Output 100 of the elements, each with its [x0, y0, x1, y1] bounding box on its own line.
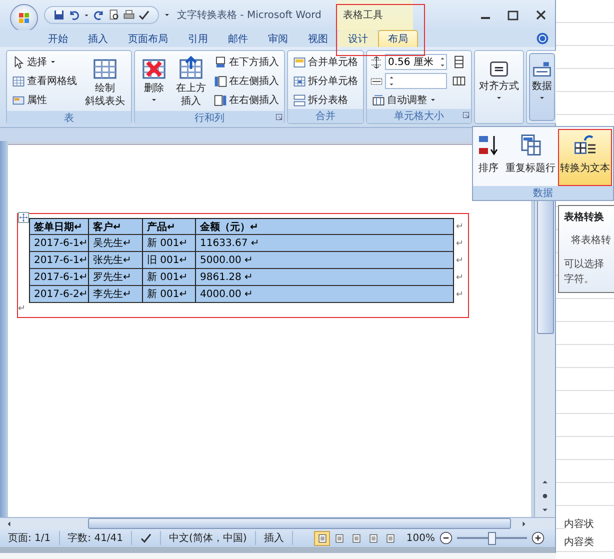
table-cell: 李先生↵	[89, 286, 143, 303]
ribbon-tab[interactable]: 布局	[378, 30, 418, 47]
horizontal-scrollbar[interactable]	[0, 517, 555, 529]
ribbon-tab[interactable]: 视图	[298, 30, 338, 47]
print-preview-button[interactable]	[108, 9, 120, 21]
insert-column-icon	[214, 94, 227, 106]
split-cells-icon	[293, 74, 306, 88]
caret-icon	[429, 96, 437, 104]
split-table-icon	[293, 94, 306, 106]
view-button[interactable]	[314, 530, 330, 546]
group-label: 合并	[316, 110, 336, 123]
spin-field[interactable]	[385, 73, 447, 89]
table-cell: 张先生↵	[89, 252, 143, 269]
help-icon	[536, 32, 549, 45]
menu-button[interactable]: 转换为文本	[558, 129, 612, 186]
ribbon-button[interactable]: 查看网格线	[10, 72, 79, 90]
dialog-launcher-button[interactable]	[462, 111, 470, 119]
ribbon-button[interactable]: 拆分单元格	[291, 72, 360, 90]
office-logo-icon	[16, 10, 32, 26]
table-cell: 旧 001↵	[143, 252, 196, 269]
ribbon-tab[interactable]: 审阅	[258, 30, 298, 47]
spin-field[interactable]: 0.56 厘米	[385, 54, 447, 70]
ribbon-button[interactable]: 数据	[529, 53, 555, 121]
customize-toolbar-button[interactable]	[163, 11, 171, 19]
check-icon	[138, 9, 150, 21]
ribbon-tab[interactable]: 插入	[78, 30, 118, 47]
undo-icon	[68, 9, 80, 21]
ribbon-button[interactable]: 对齐方式	[477, 53, 521, 121]
group-label: 行和列	[194, 112, 224, 125]
menu-button[interactable]: 排序	[474, 129, 503, 186]
ribbon-tab[interactable]: 开始	[38, 30, 78, 47]
help-button[interactable]	[536, 32, 549, 45]
zoom-slider-thumb[interactable]	[488, 532, 496, 544]
page-icon	[316, 532, 328, 544]
table-header-cell: 产品↵	[143, 218, 196, 235]
ribbon-button[interactable]: 在下方插入	[212, 53, 281, 71]
launcher-icon	[275, 113, 283, 121]
caret-icon	[49, 58, 57, 66]
menu-button[interactable]: 重复标题行	[504, 129, 558, 186]
save-button[interactable]	[53, 9, 65, 21]
window-title: 文字转换表格 - Microsoft Word	[177, 8, 322, 22]
zoom-in-button[interactable]	[531, 531, 545, 545]
table-cell: 2017-6-1↵	[29, 252, 89, 269]
ribbon-button[interactable]: 选择	[10, 53, 79, 71]
ribbon-button[interactable]: 拆分表格	[291, 91, 360, 109]
row-end-mark: ↵	[455, 222, 465, 232]
caret-icon	[538, 94, 546, 102]
ribbon-button[interactable]: 自动调整	[370, 91, 447, 109]
caret-icon	[83, 12, 90, 18]
page-icon	[334, 532, 345, 544]
row-end-mark: ↵	[455, 290, 465, 300]
side-panel-label: 内容状	[564, 517, 614, 531]
ribbon-button[interactable]: 合并单元格	[291, 53, 360, 71]
print-button[interactable]	[123, 9, 135, 21]
properties-icon	[12, 94, 25, 106]
group-label: 单元格大小	[394, 110, 444, 123]
ribbon-button[interactable]: 删除	[138, 53, 170, 107]
tooltip-title: 表格转换	[564, 210, 605, 224]
zoom-level: 100%	[406, 532, 435, 544]
tooltip-text: 字符。	[564, 272, 595, 286]
spin-up-icon	[388, 74, 395, 81]
row-end-mark: ↵	[455, 238, 465, 248]
caret-icon	[495, 94, 503, 102]
insert-column-icon	[214, 74, 227, 88]
undo-menu-button[interactable]	[83, 12, 90, 18]
autofit-icon	[372, 94, 385, 106]
ribbon-tab[interactable]: 引用	[178, 30, 218, 47]
page-icon	[384, 532, 396, 544]
distribute-columns-icon	[452, 74, 466, 88]
ribbon-button[interactable]: 在上方 插入	[173, 53, 209, 111]
ribbon-tab[interactable]: 邮件	[218, 30, 258, 47]
ribbon-button[interactable]: 在左侧插入	[212, 72, 281, 90]
table-cell: 11633.67 ↵	[196, 235, 454, 252]
dot-icon	[540, 491, 550, 501]
table-move-handle[interactable]	[18, 212, 29, 223]
ribbon-tab[interactable]: 页面布局	[118, 30, 178, 47]
table-cell: 9861.28 ↵	[196, 269, 454, 286]
ribbon-button[interactable]: 属性	[10, 91, 79, 109]
scroll-thumb[interactable]	[88, 518, 511, 529]
table-header-cell: 签单日期↵	[29, 218, 89, 235]
minus-icon	[439, 531, 453, 545]
ribbon-button[interactable]: 绘制 斜线表头	[82, 53, 128, 111]
page-icon	[350, 532, 362, 544]
undo-button[interactable]	[68, 9, 80, 21]
print-preview-icon	[108, 9, 120, 21]
repeat-header-icon	[518, 133, 543, 157]
tooltip-text: 将表格转	[571, 234, 612, 247]
office-button[interactable]	[10, 4, 38, 32]
dialog-launcher-button[interactable]	[275, 113, 283, 121]
row-end-mark: ↵	[455, 272, 465, 282]
zoom-out-button[interactable]	[439, 531, 453, 545]
launcher-icon	[462, 111, 470, 119]
spelling-button[interactable]	[138, 9, 150, 21]
ribbon-tab[interactable]: 设计	[338, 30, 378, 47]
redo-button[interactable]	[93, 9, 105, 21]
caret-icon	[163, 11, 171, 19]
table-cell: 2017-6-1↵	[29, 235, 89, 252]
insert-row-icon	[214, 56, 227, 68]
minimize-icon	[480, 17, 490, 19]
ribbon-button[interactable]: 在右侧插入	[212, 91, 281, 109]
